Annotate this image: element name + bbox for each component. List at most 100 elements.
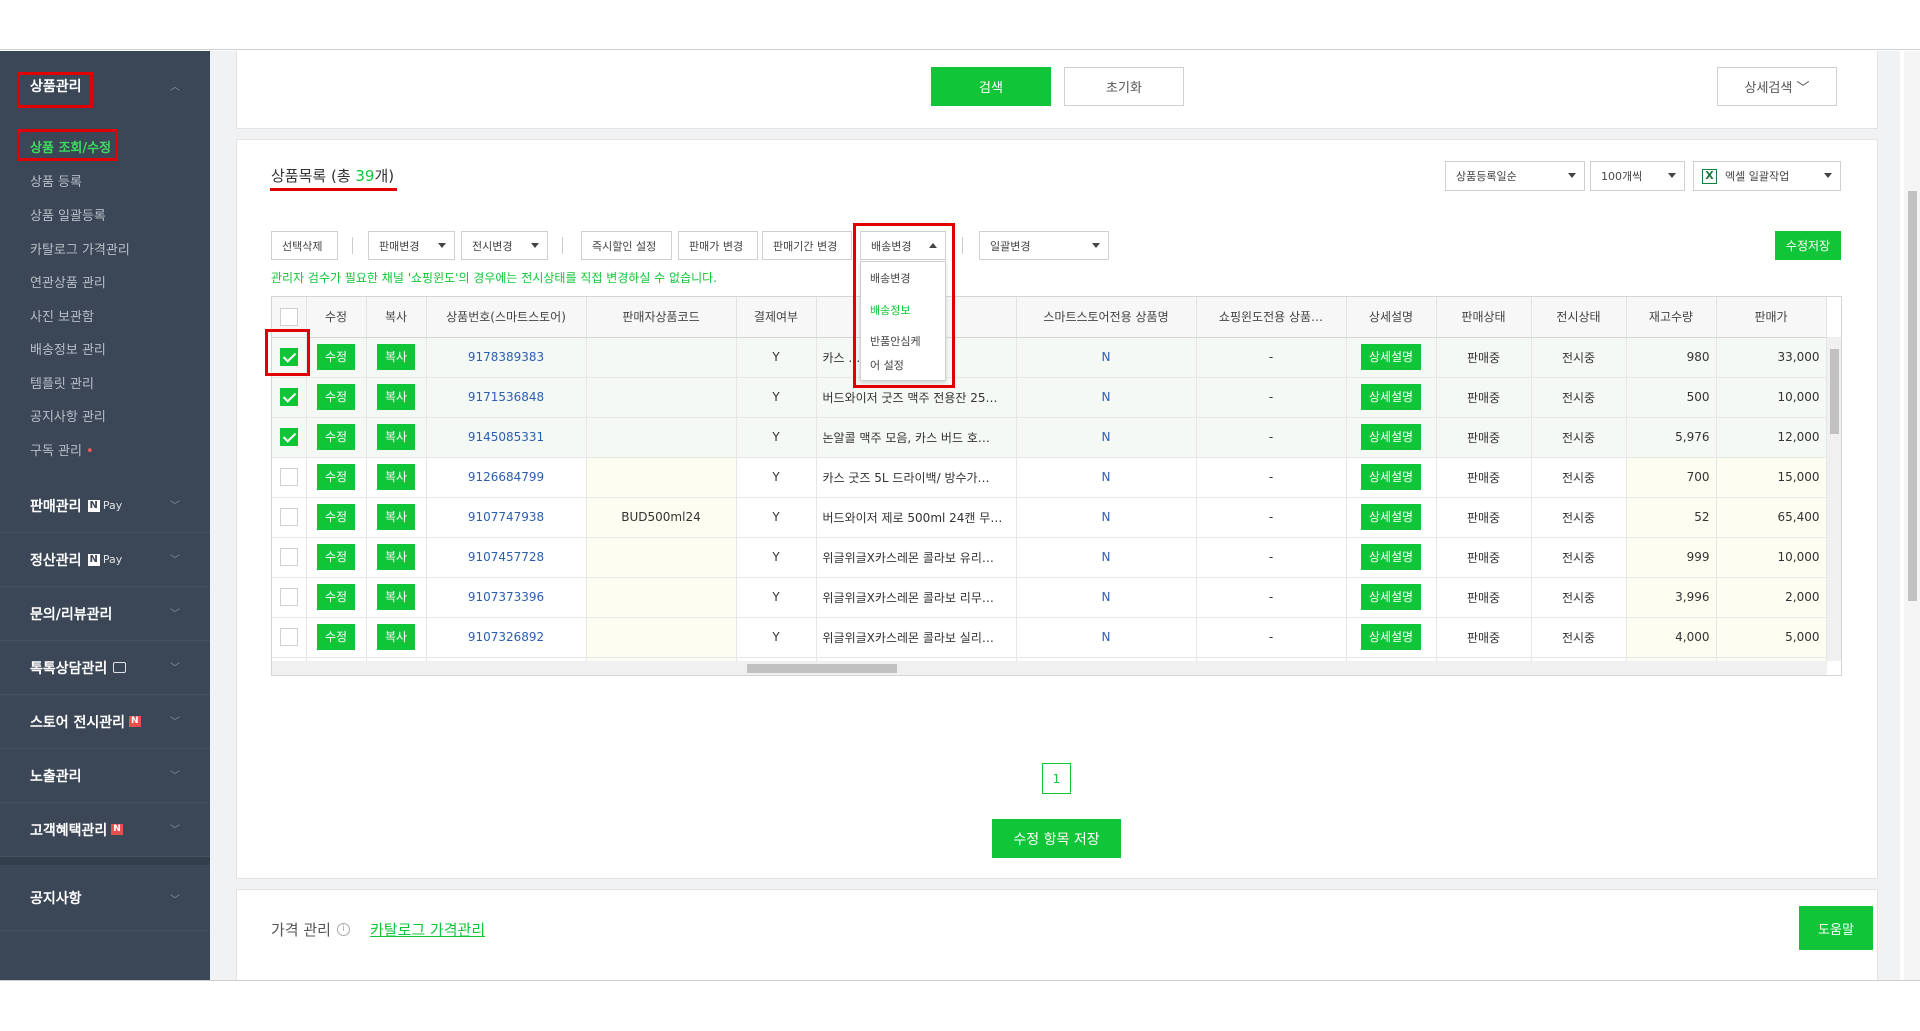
product-id-link[interactable]: 9107747938: [426, 497, 587, 538]
row-checkbox[interactable]: [279, 468, 298, 486]
horizontal-scrollbar[interactable]: [735, 661, 1827, 675]
price-change-button[interactable]: 판매가 변경: [678, 231, 758, 260]
row-checkbox[interactable]: [279, 588, 298, 606]
product-id-link[interactable]: 9126684799: [426, 457, 587, 498]
edit-button[interactable]: 수정: [316, 424, 356, 450]
sidebar-menu-store-display[interactable]: 스토어 전시관리 N ﹀: [0, 695, 210, 749]
row-select-cell[interactable]: [272, 577, 307, 618]
copy-button[interactable]: 복사: [376, 464, 416, 490]
sidebar-item-related-products[interactable]: 연관상품 관리: [30, 272, 106, 291]
row-select-cell[interactable]: [272, 377, 307, 418]
instant-discount-button[interactable]: 즉시할인 설정: [581, 231, 672, 260]
edit-button[interactable]: 수정: [316, 384, 356, 410]
product-id-link[interactable]: 9145085331: [426, 417, 587, 458]
horizontal-scrollbar-left[interactable]: [272, 661, 735, 675]
search-button[interactable]: 검색: [931, 67, 1051, 106]
display-change-select[interactable]: 전시변경: [461, 231, 548, 260]
copy-button[interactable]: 복사: [376, 544, 416, 570]
product-id-link[interactable]: 9171536848: [426, 377, 587, 418]
sidebar-item-subscription[interactable]: 구독 관리 •: [30, 440, 94, 459]
edit-button[interactable]: 수정: [316, 544, 356, 570]
row-checkbox[interactable]: [279, 388, 298, 406]
edit-button[interactable]: 수정: [316, 624, 356, 650]
product-id-link[interactable]: 9107373396: [426, 577, 587, 618]
row-checkbox[interactable]: [279, 348, 298, 366]
row-checkbox[interactable]: [279, 428, 298, 446]
save-edit-button[interactable]: 수정저장: [1775, 231, 1841, 260]
product-id-link[interactable]: 9107457728: [426, 537, 587, 578]
n-icon: N: [87, 499, 100, 512]
sidebar-item-shipping-info[interactable]: 배송정보 관리: [30, 339, 106, 358]
save-items-button[interactable]: 수정 항목 저장: [992, 819, 1121, 858]
select-all-checkbox[interactable]: [279, 307, 298, 326]
edit-button[interactable]: 수정: [316, 464, 356, 490]
dropdown-item-shipping-info[interactable]: 배송정보: [870, 301, 910, 320]
product-id-link[interactable]: 9107326892: [426, 617, 587, 658]
row-checkbox[interactable]: [279, 508, 298, 526]
row-checkbox[interactable]: [279, 628, 298, 646]
row-select-cell[interactable]: [272, 457, 307, 498]
sidebar-menu-exposure[interactable]: 노출관리 ﹀: [0, 749, 210, 803]
pagination-page-1[interactable]: 1: [1042, 763, 1071, 794]
excel-bulk-select[interactable]: X 엑셀 일괄작업: [1693, 161, 1841, 191]
detail-description-button[interactable]: 상세설명: [1360, 464, 1422, 490]
page-size-select[interactable]: 100개씩: [1590, 161, 1685, 191]
sidebar-menu-customer-benefit[interactable]: 고객혜택관리 N ﹀: [0, 803, 210, 857]
sidebar-menu-notice[interactable]: 공지사항 ﹀: [0, 857, 210, 931]
delete-selected-button[interactable]: 선택삭제: [271, 231, 338, 260]
sidebar-item-product-search-edit[interactable]: 상품 조회/수정: [30, 137, 111, 156]
row-select-cell[interactable]: [272, 417, 307, 458]
edit-button[interactable]: 수정: [316, 584, 356, 610]
product-id-link[interactable]: 9178389383: [426, 337, 587, 378]
period-change-button[interactable]: 판매기간 변경: [762, 231, 852, 260]
row-select-cell[interactable]: [272, 497, 307, 538]
row-select-cell[interactable]: [272, 617, 307, 658]
sidebar-menu-product[interactable]: 상품관리 ︿: [0, 51, 210, 120]
sidebar-item-notice-mgmt[interactable]: 공지사항 관리: [30, 406, 106, 425]
edit-button[interactable]: 수정: [316, 504, 356, 530]
row-select-cell[interactable]: [272, 537, 307, 578]
detail-description-button[interactable]: 상세설명: [1360, 384, 1422, 410]
shipping-change-select[interactable]: 배송변경: [860, 231, 946, 260]
price-management-label: 가격 관리: [271, 921, 331, 939]
edit-button[interactable]: 수정: [316, 344, 356, 370]
page-vertical-scrollbar[interactable]: [1904, 51, 1920, 980]
vertical-scrollbar[interactable]: [1827, 337, 1841, 661]
sidebar-item-catalog-price[interactable]: 카탈로그 가격관리: [30, 239, 130, 258]
sidebar-item-product-register[interactable]: 상품 등록: [30, 171, 82, 190]
dropdown-item-shipping-change[interactable]: 배송변경: [870, 269, 910, 288]
detail-description-button[interactable]: 상세설명: [1360, 544, 1422, 570]
copy-button[interactable]: 복사: [376, 504, 416, 530]
copy-button[interactable]: 복사: [376, 424, 416, 450]
copy-button[interactable]: 복사: [376, 384, 416, 410]
sidebar-item-photo-storage[interactable]: 사진 보관함: [30, 306, 94, 325]
bulk-change-select[interactable]: 일괄변경: [979, 231, 1109, 260]
row-checkbox[interactable]: [279, 548, 298, 566]
sidebar-menu-sales[interactable]: 판매관리 N Pay ﹀: [0, 479, 210, 533]
sidebar-item-template[interactable]: 템플릿 관리: [30, 373, 94, 392]
detail-description-button[interactable]: 상세설명: [1360, 584, 1422, 610]
detail-description-button[interactable]: 상세설명: [1360, 424, 1422, 450]
detail-description-button[interactable]: 상세설명: [1360, 504, 1422, 530]
sidebar-menu-talktalk[interactable]: 톡톡상담관리 ﹀: [0, 641, 210, 695]
detail-description-button[interactable]: 상세설명: [1360, 624, 1422, 650]
help-button[interactable]: 도움말: [1799, 906, 1873, 950]
sidebar-menu-inquiry-review[interactable]: 문의/리뷰관리 ﹀: [0, 587, 210, 641]
reset-button[interactable]: 초기화: [1064, 67, 1184, 106]
sidebar-item-product-bulk-register[interactable]: 상품 일괄등록: [30, 205, 106, 224]
copy-button[interactable]: 복사: [376, 344, 416, 370]
header-select-all[interactable]: [272, 297, 307, 338]
copy-button[interactable]: 복사: [376, 624, 416, 650]
page-scrollbar-thumb[interactable]: [1908, 191, 1917, 601]
sort-select[interactable]: 상품등록일순: [1445, 161, 1585, 191]
detail-description-button[interactable]: 상세설명: [1360, 344, 1422, 370]
sale-change-select[interactable]: 판매변경: [368, 231, 455, 260]
vertical-scrollbar-thumb[interactable]: [1830, 349, 1839, 434]
detail-search-button[interactable]: 상세검색 ﹀: [1717, 67, 1837, 106]
sidebar-menu-settlement[interactable]: 정산관리 N Pay ﹀: [0, 533, 210, 587]
catalog-price-link[interactable]: 카탈로그 가격관리: [370, 919, 485, 940]
copy-button[interactable]: 복사: [376, 584, 416, 610]
horizontal-scrollbar-thumb[interactable]: [747, 664, 897, 673]
display-status-cell: 전시중: [1531, 337, 1627, 378]
row-select-cell[interactable]: [272, 337, 307, 378]
